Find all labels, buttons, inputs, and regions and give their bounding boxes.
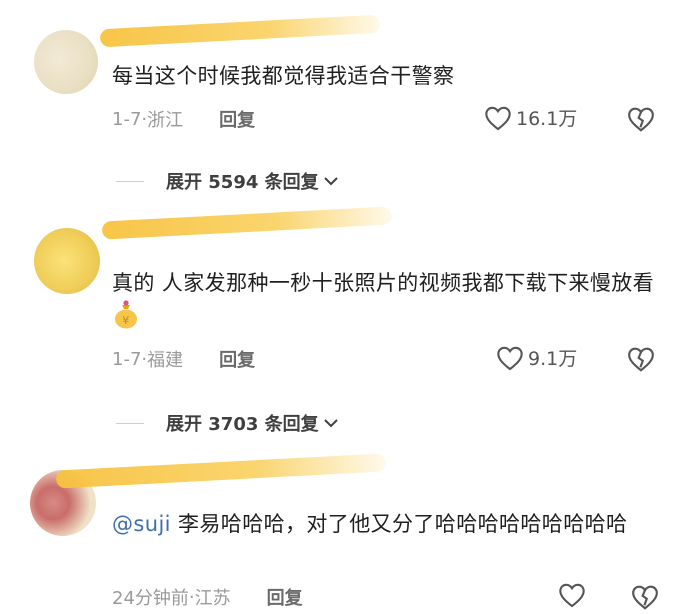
dislike-button[interactable]	[630, 584, 660, 614]
heart-outline-icon	[559, 583, 585, 608]
comment-time: 24分钟前	[112, 588, 189, 609]
like-button[interactable]	[558, 582, 590, 608]
comment-location: 江苏	[194, 588, 231, 609]
username-redacted[interactable]	[55, 453, 387, 489]
comment-text: @suji 李易哈哈哈，对了他又分了哈哈哈哈哈哈哈哈哈	[112, 508, 666, 540]
reply-button[interactable]: 回复	[267, 584, 303, 610]
broken-heart-icon	[632, 585, 658, 610]
mention-link[interactable]: @suji	[112, 512, 171, 536]
comment-3: @suji 李易哈哈哈，对了他又分了哈哈哈哈哈哈哈哈哈 24分钟前 · 江苏 回复	[0, 0, 690, 611]
comment-text-body: 李易哈哈哈，对了他又分了哈哈哈哈哈哈哈哈哈	[170, 512, 628, 536]
